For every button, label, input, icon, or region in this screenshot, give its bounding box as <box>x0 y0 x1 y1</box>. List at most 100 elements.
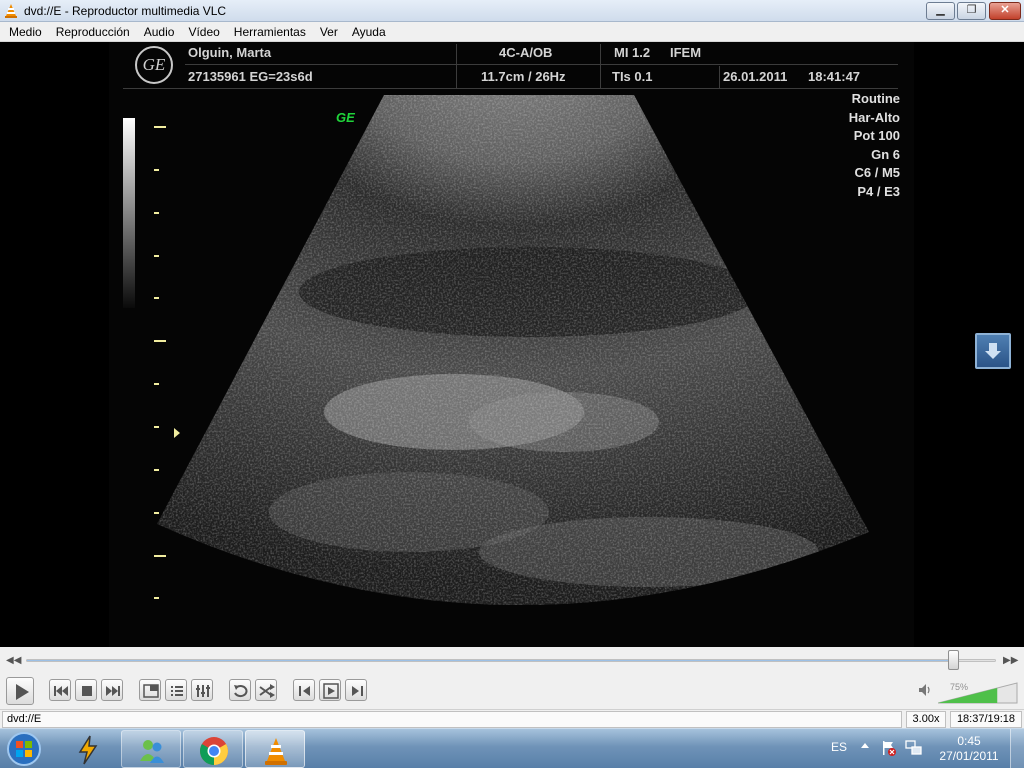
patient-id: 27135961 EG=23s6d <box>188 69 313 84</box>
seek-bar[interactable] <box>26 659 996 662</box>
status-bar: dvd://E 3.00x 18:37/19:18 <box>0 709 1024 728</box>
maximize-button[interactable]: ❐ <box>957 2 986 20</box>
patient-name: Olguin, Marta <box>188 45 272 60</box>
video-area[interactable]: GE Olguin, Marta 27135961 EG=23s6d 4C-A/… <box>0 42 1024 647</box>
window-title: dvd://E - Reproductor multimedia VLC <box>24 4 227 18</box>
depth-mark <box>154 126 166 128</box>
scroll-down-button[interactable] <box>975 333 1011 369</box>
header-divider-mid <box>185 64 898 65</box>
next-button[interactable] <box>101 679 123 701</box>
network-icon[interactable] <box>905 740 923 756</box>
frame-back-button[interactable] <box>293 679 315 701</box>
menu-ayuda[interactable]: Ayuda <box>345 23 393 41</box>
minimize-button[interactable]: ▁ <box>926 2 955 20</box>
menu-audio[interactable]: Audio <box>137 23 182 41</box>
playback-speed[interactable]: 3.00x <box>906 711 946 728</box>
seek-back-icon[interactable]: ◀◀ <box>6 655 21 666</box>
play-icon <box>16 684 29 700</box>
close-button[interactable]: ✕ <box>989 2 1021 20</box>
ge-logo-icon: GE <box>135 46 173 84</box>
snapshot-icon <box>323 683 339 699</box>
menu-herramientas[interactable]: Herramientas <box>227 23 313 41</box>
header-col-divider <box>719 66 720 88</box>
stop-icon <box>82 686 92 696</box>
ultrasound-image <box>157 95 869 606</box>
menu-medio[interactable]: Medio <box>2 23 49 41</box>
param-line: Routine <box>851 91 900 106</box>
time-display[interactable]: 18:37/19:18 <box>950 711 1022 728</box>
scan-params: Routine Har-Alto Pot 100 Gn 6 C6 / M5 P4… <box>849 90 900 201</box>
depth-mark <box>154 255 159 257</box>
taskbar-vlc[interactable] <box>245 730 305 768</box>
speaker-icon[interactable] <box>917 682 933 698</box>
start-orb-icon[interactable] <box>4 731 44 767</box>
taskbar-chrome[interactable] <box>183 730 243 768</box>
menu-ver[interactable]: Ver <box>313 23 345 41</box>
param-line: C6 / M5 <box>854 165 900 180</box>
exam-date: 26.01.2011 <box>723 69 788 84</box>
menu-video[interactable]: Vídeo <box>181 23 226 41</box>
probe-label: 4C-A/OB <box>499 45 553 60</box>
vlc-icon <box>265 738 287 765</box>
header-col-divider <box>600 44 601 88</box>
stop-button[interactable] <box>75 679 97 701</box>
ge-tag: GE <box>336 110 355 125</box>
taskbar-messenger[interactable] <box>121 730 181 768</box>
minimize-icon: ▁ <box>936 4 945 16</box>
chrome-icon <box>200 737 228 765</box>
depth-mark <box>154 169 159 171</box>
next-icon <box>106 686 120 696</box>
menu-reproduccion[interactable]: Reproducción <box>49 23 137 41</box>
tis-index: TIs 0.1 <box>612 69 653 84</box>
volume-percent: 75% <box>950 682 969 692</box>
snapshot-button[interactable] <box>319 679 341 701</box>
ultrasound-frame: GE Olguin, Marta 27135961 EG=23s6d 4C-A/… <box>109 42 914 647</box>
taskbar: ES 0:45 27/01/2011 <box>0 728 1024 768</box>
arrow-down-icon <box>985 343 1001 359</box>
media-path: dvd://E <box>2 711 902 728</box>
show-hidden-icons-icon[interactable] <box>860 741 870 751</box>
depth-mark <box>154 555 166 557</box>
show-desktop-button[interactable] <box>1010 729 1024 768</box>
loop-button[interactable] <box>229 679 251 701</box>
frame-forward-button[interactable] <box>345 679 367 701</box>
depth-mark <box>154 597 159 599</box>
winamp-icon <box>78 735 98 765</box>
depth-mark <box>154 212 159 214</box>
menu-bar: Medio Reproducción Audio Vídeo Herramien… <box>0 22 1024 42</box>
playlist-icon <box>171 686 183 696</box>
random-button[interactable] <box>255 679 277 701</box>
previous-button[interactable] <box>49 679 71 701</box>
header-col-divider <box>456 44 457 88</box>
previous-icon <box>54 686 68 696</box>
extended-settings-button[interactable] <box>191 679 213 701</box>
fullscreen-button[interactable] <box>139 679 161 701</box>
system-clock[interactable]: 0:45 27/01/2011 <box>934 734 1004 764</box>
param-line: Gn 6 <box>871 146 900 162</box>
exam-time: 18:41:47 <box>808 69 861 84</box>
param-line: P4 / E3 <box>857 183 900 199</box>
seek-handle[interactable] <box>948 650 960 670</box>
frame-back-icon <box>299 686 310 696</box>
action-center-flag-icon[interactable] <box>881 740 897 756</box>
depth-mark <box>154 297 159 299</box>
focus-caret-icon <box>174 428 180 438</box>
param-line: Pot 100 <box>853 128 900 143</box>
seek-forward-icon[interactable]: ▶▶ <box>1003 655 1018 666</box>
fullscreen-icon <box>143 684 159 698</box>
depth-mark <box>154 512 159 514</box>
taskbar-winamp[interactable] <box>58 730 118 768</box>
depth-mark <box>154 426 159 428</box>
language-indicator[interactable]: ES <box>831 740 847 754</box>
playlist-button[interactable] <box>165 679 187 701</box>
ifem-label: IFEM <box>670 45 702 60</box>
title-bar: dvd://E - Reproductor multimedia VLC ▁ ❐… <box>0 0 1024 22</box>
depth-mark <box>154 383 159 385</box>
vlc-window: dvd://E - Reproductor multimedia VLC ▁ ❐… <box>0 0 1024 768</box>
grayscale-bar <box>123 118 135 308</box>
play-button[interactable] <box>6 677 34 705</box>
clock-date: 27/01/2011 <box>939 749 999 763</box>
header-divider <box>123 88 898 89</box>
loop-icon <box>234 685 248 697</box>
close-icon: ✕ <box>1000 4 1010 16</box>
